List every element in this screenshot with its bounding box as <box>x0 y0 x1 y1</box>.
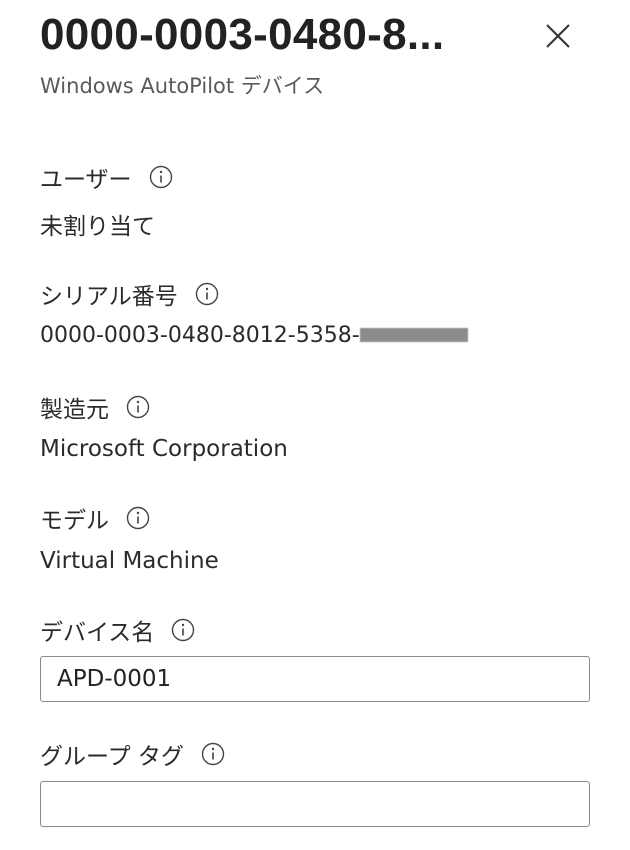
panel-title: 0000-0003-0480-8... <box>40 10 445 59</box>
info-icon[interactable] <box>148 164 174 190</box>
model-label-row: モデル <box>40 501 151 535</box>
device-details-panel: 0000-0003-0480-8... Windows AutoPilot デバ… <box>0 0 630 850</box>
user-label: ユーザー <box>40 167 132 193</box>
info-icon[interactable] <box>125 505 151 531</box>
device-name-input[interactable] <box>40 656 590 702</box>
model-label: モデル <box>40 508 109 534</box>
manufacturer-label-row: 製造元 <box>40 390 151 424</box>
manufacturer-value: Microsoft Corporation <box>40 436 288 462</box>
info-icon[interactable] <box>170 617 196 643</box>
info-icon[interactable] <box>200 741 226 767</box>
serial-label-row: シリアル番号 <box>40 277 220 311</box>
device-name-label-row: デバイス名 <box>40 613 196 647</box>
user-value: 未割り当て <box>40 214 155 240</box>
group-tag-input[interactable] <box>40 781 590 827</box>
close-button[interactable] <box>538 16 578 56</box>
device-name-label: デバイス名 <box>40 620 155 646</box>
group-tag-label-row: グループ タグ <box>40 737 226 771</box>
user-label-row: ユーザー <box>40 160 174 194</box>
manufacturer-label: 製造元 <box>40 397 109 423</box>
serial-label: シリアル番号 <box>40 284 178 310</box>
close-icon <box>546 24 570 48</box>
model-value: Virtual Machine <box>40 548 219 574</box>
group-tag-label: グループ タグ <box>40 744 184 770</box>
serial-value: 0000-0003-0480-8012-5358- <box>40 323 360 348</box>
info-icon[interactable] <box>194 281 220 307</box>
panel-subtitle: Windows AutoPilot デバイス <box>40 74 325 98</box>
info-icon[interactable] <box>125 394 151 420</box>
serial-value-row: 0000-0003-0480-8012-5358- <box>40 323 468 348</box>
redaction-bar <box>359 328 468 342</box>
